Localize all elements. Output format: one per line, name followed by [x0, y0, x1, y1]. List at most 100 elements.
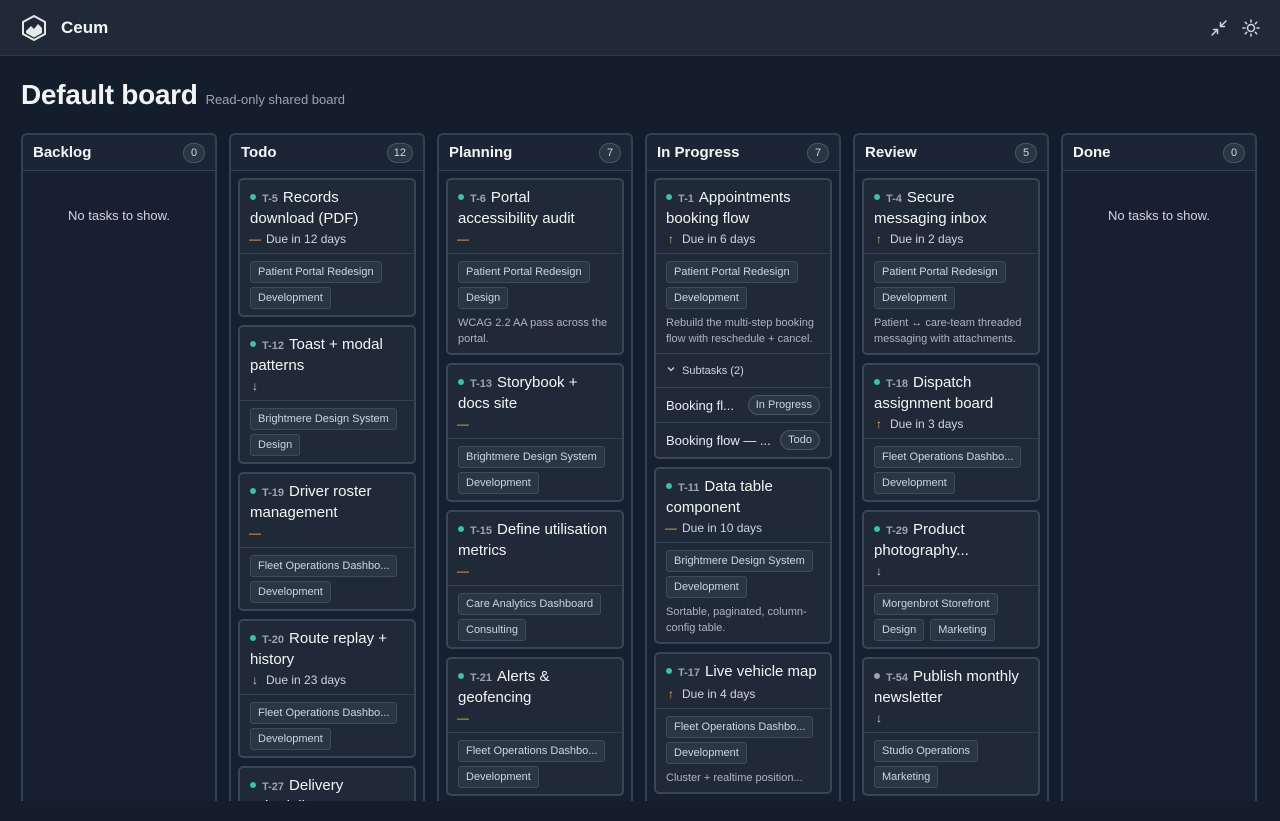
status-dot	[458, 379, 464, 385]
collapse-arrows-icon[interactable]	[1210, 19, 1228, 37]
card-header: T-1 Appointments booking flow ↑ Due in 6 da…	[656, 180, 830, 253]
task-card[interactable]: T-17 Live vehicle map ↑ Due in 4 days Fleet …	[654, 652, 832, 794]
status-dot	[874, 379, 880, 385]
empty-state: No tasks to show.	[68, 208, 170, 223]
status-dot	[458, 526, 464, 532]
card-header: T-17 Live vehicle map ↑ Due in 4 days	[656, 654, 830, 708]
tag-chip: Development	[250, 287, 331, 309]
top-bar: Ceum	[0, 0, 1280, 56]
task-card[interactable]: T-18 Dispatch assignment board ↑ Due in 3 d…	[862, 363, 1040, 502]
task-card[interactable]: T-13 Storybook + docs site — Brightmere Des…	[446, 363, 624, 502]
status-dot	[250, 341, 256, 347]
due-date: Due in 23 days	[266, 673, 347, 687]
column-body: T-1 Appointments booking flow ↑ Due in 6 da…	[647, 171, 839, 801]
priority-high-icon: ↑	[668, 687, 674, 701]
priority-high-icon: ↑	[876, 232, 882, 246]
task-card[interactable]: T-4 Secure messaging inbox ↑ Due in 2 days P…	[862, 178, 1040, 355]
card-description: Sortable, paginated, column-config table…	[666, 606, 807, 634]
task-card[interactable]: T-15 Define utilisation metrics — Care Anal…	[446, 510, 624, 649]
task-card[interactable]: T-19 Driver roster management — Fleet Opera…	[238, 472, 416, 611]
task-card[interactable]: T-54 Publish monthly newsletter ↓ Studio Op…	[862, 657, 1040, 796]
card-tags: Fleet Operations Dashbo... Development	[864, 438, 1038, 500]
card-header: T-5 Records download (PDF) — Due in 12 days	[240, 180, 414, 253]
card-tags: Patient Portal Redesign Development Patien…	[864, 253, 1038, 353]
tag-chip: Design	[250, 434, 301, 456]
column-title: Todo	[241, 144, 277, 161]
due-row: — Due in 10 days	[665, 520, 820, 536]
column-count-badge: 7	[599, 142, 621, 163]
tag-chip: Consulting	[458, 619, 526, 641]
status-dot	[250, 635, 256, 641]
tag-chip: Development	[458, 472, 539, 494]
tag-chip: Brightmere Design System	[458, 446, 605, 468]
card-header: T-21 Alerts & geofencing —	[448, 659, 622, 732]
priority-medium-icon: —	[457, 232, 469, 246]
subtasks-label: Subtasks (2)	[682, 364, 744, 377]
priority-medium-icon: —	[665, 521, 677, 535]
task-card[interactable]: T-27Delivery scheduling...—	[238, 766, 416, 801]
due-row: ↓ Due in 23 days	[250, 672, 404, 688]
card-tags: Patient Portal Redesign Design WCAG 2.2 AA…	[448, 253, 622, 353]
tag-chip: Fleet Operations Dashbo...	[250, 702, 398, 724]
tag-chip: Patient Portal Redesign	[250, 261, 382, 283]
priority-medium-icon: —	[249, 526, 261, 540]
kanban-board: Backlog 0 No tasks to show. Todo 12 T-5 Record…	[21, 133, 1257, 801]
tag-chip: Design	[874, 619, 925, 641]
task-card[interactable]: T-6 Portal accessibility audit — Patient Po…	[446, 178, 624, 355]
column-done: Done 0 No tasks to show.	[1061, 133, 1257, 801]
card-header: T-18 Dispatch assignment board ↑ Due in 3 d…	[864, 365, 1038, 438]
subtask-status-badge: Todo	[780, 430, 820, 450]
tag-chip: Design	[458, 287, 509, 309]
column-body: No tasks to show.	[23, 171, 215, 230]
task-card[interactable]: T-1 Appointments booking flow ↑ Due in 6 da…	[654, 178, 832, 459]
status-dot	[250, 194, 256, 200]
column-body: T-4 Secure messaging inbox ↑ Due in 2 days P…	[855, 171, 1047, 801]
column-body: T-5 Records download (PDF) — Due in 12 days…	[231, 171, 423, 801]
task-card[interactable]: T-12 Toast + modal patterns ↓ Brightmere De…	[238, 325, 416, 464]
column-count-badge: 12	[386, 142, 413, 163]
task-id: T-21	[470, 672, 493, 684]
tag-chip: Fleet Operations Dashbo...	[250, 555, 398, 577]
column-body: No tasks to show.	[1063, 171, 1255, 230]
subtask-row[interactable]: Booking flow — ... Todo	[656, 422, 830, 457]
task-id: T-18	[886, 378, 909, 390]
column-count-badge: 0	[183, 142, 205, 163]
tag-chip: Fleet Operations Dashbo...	[666, 716, 814, 738]
tag-chip: Brightmere Design System	[250, 408, 397, 430]
status-dot	[666, 483, 672, 489]
card-title: T-12 Toast + modal patterns	[250, 335, 404, 375]
due-date: Due in 12 days	[266, 232, 347, 246]
column-header: Planning 7	[439, 135, 631, 171]
column-header: Done 0	[1063, 135, 1255, 171]
card-title: T-1 Appointments booking flow	[666, 188, 820, 228]
card-tags: Fleet Operations Dashbo... Development	[448, 732, 622, 794]
column-title: Review	[865, 144, 917, 161]
sun-icon[interactable]	[1242, 18, 1260, 37]
card-tags: Fleet Operations Dashbo... Development Clu…	[656, 708, 830, 792]
task-card[interactable]: T-11 Data table component — Due in 10 days B…	[654, 467, 832, 644]
subtasks-toggle[interactable]: Subtasks (2)	[656, 353, 830, 387]
card-header: T-54 Publish monthly newsletter ↓	[864, 659, 1038, 732]
card-title: T-18 Dispatch assignment board	[874, 373, 1028, 413]
subtask-status-badge: In Progress	[747, 395, 820, 415]
status-dot	[666, 668, 672, 674]
card-title: T-20 Route replay + history	[250, 629, 404, 669]
card-tags: Care Analytics Dashboard Consulting	[448, 585, 622, 647]
due-date: Due in 2 days	[890, 232, 964, 246]
card-title: T-27Delivery scheduling...	[250, 776, 404, 801]
task-card[interactable]: T-29 Product photography... ↓ Morgenbrot St…	[862, 510, 1040, 649]
task-id: T-27	[262, 781, 285, 793]
column-planning: Planning 7 T-6 Portal accessibility audit — P…	[437, 133, 633, 801]
ceum-logo-icon[interactable]	[20, 14, 48, 42]
task-card[interactable]: T-21 Alerts & geofencing — Fleet Operations…	[446, 657, 624, 796]
due-row: —	[457, 231, 612, 247]
task-card[interactable]: T-20 Route replay + history ↓ Due in 23 day…	[238, 619, 416, 758]
subtask-row[interactable]: Booking fl... In Progress	[656, 387, 830, 422]
due-date: Due in 6 days	[682, 232, 756, 246]
card-title: T-15 Define utilisation metrics	[458, 520, 612, 560]
column-header: In Progress 7	[647, 135, 839, 171]
chevron-down-icon	[666, 364, 682, 377]
task-card[interactable]: T-5 Records download (PDF) — Due in 12 days…	[238, 178, 416, 317]
app-name[interactable]: Ceum	[61, 18, 108, 38]
card-header: T-11 Data table component — Due in 10 days	[656, 469, 830, 542]
